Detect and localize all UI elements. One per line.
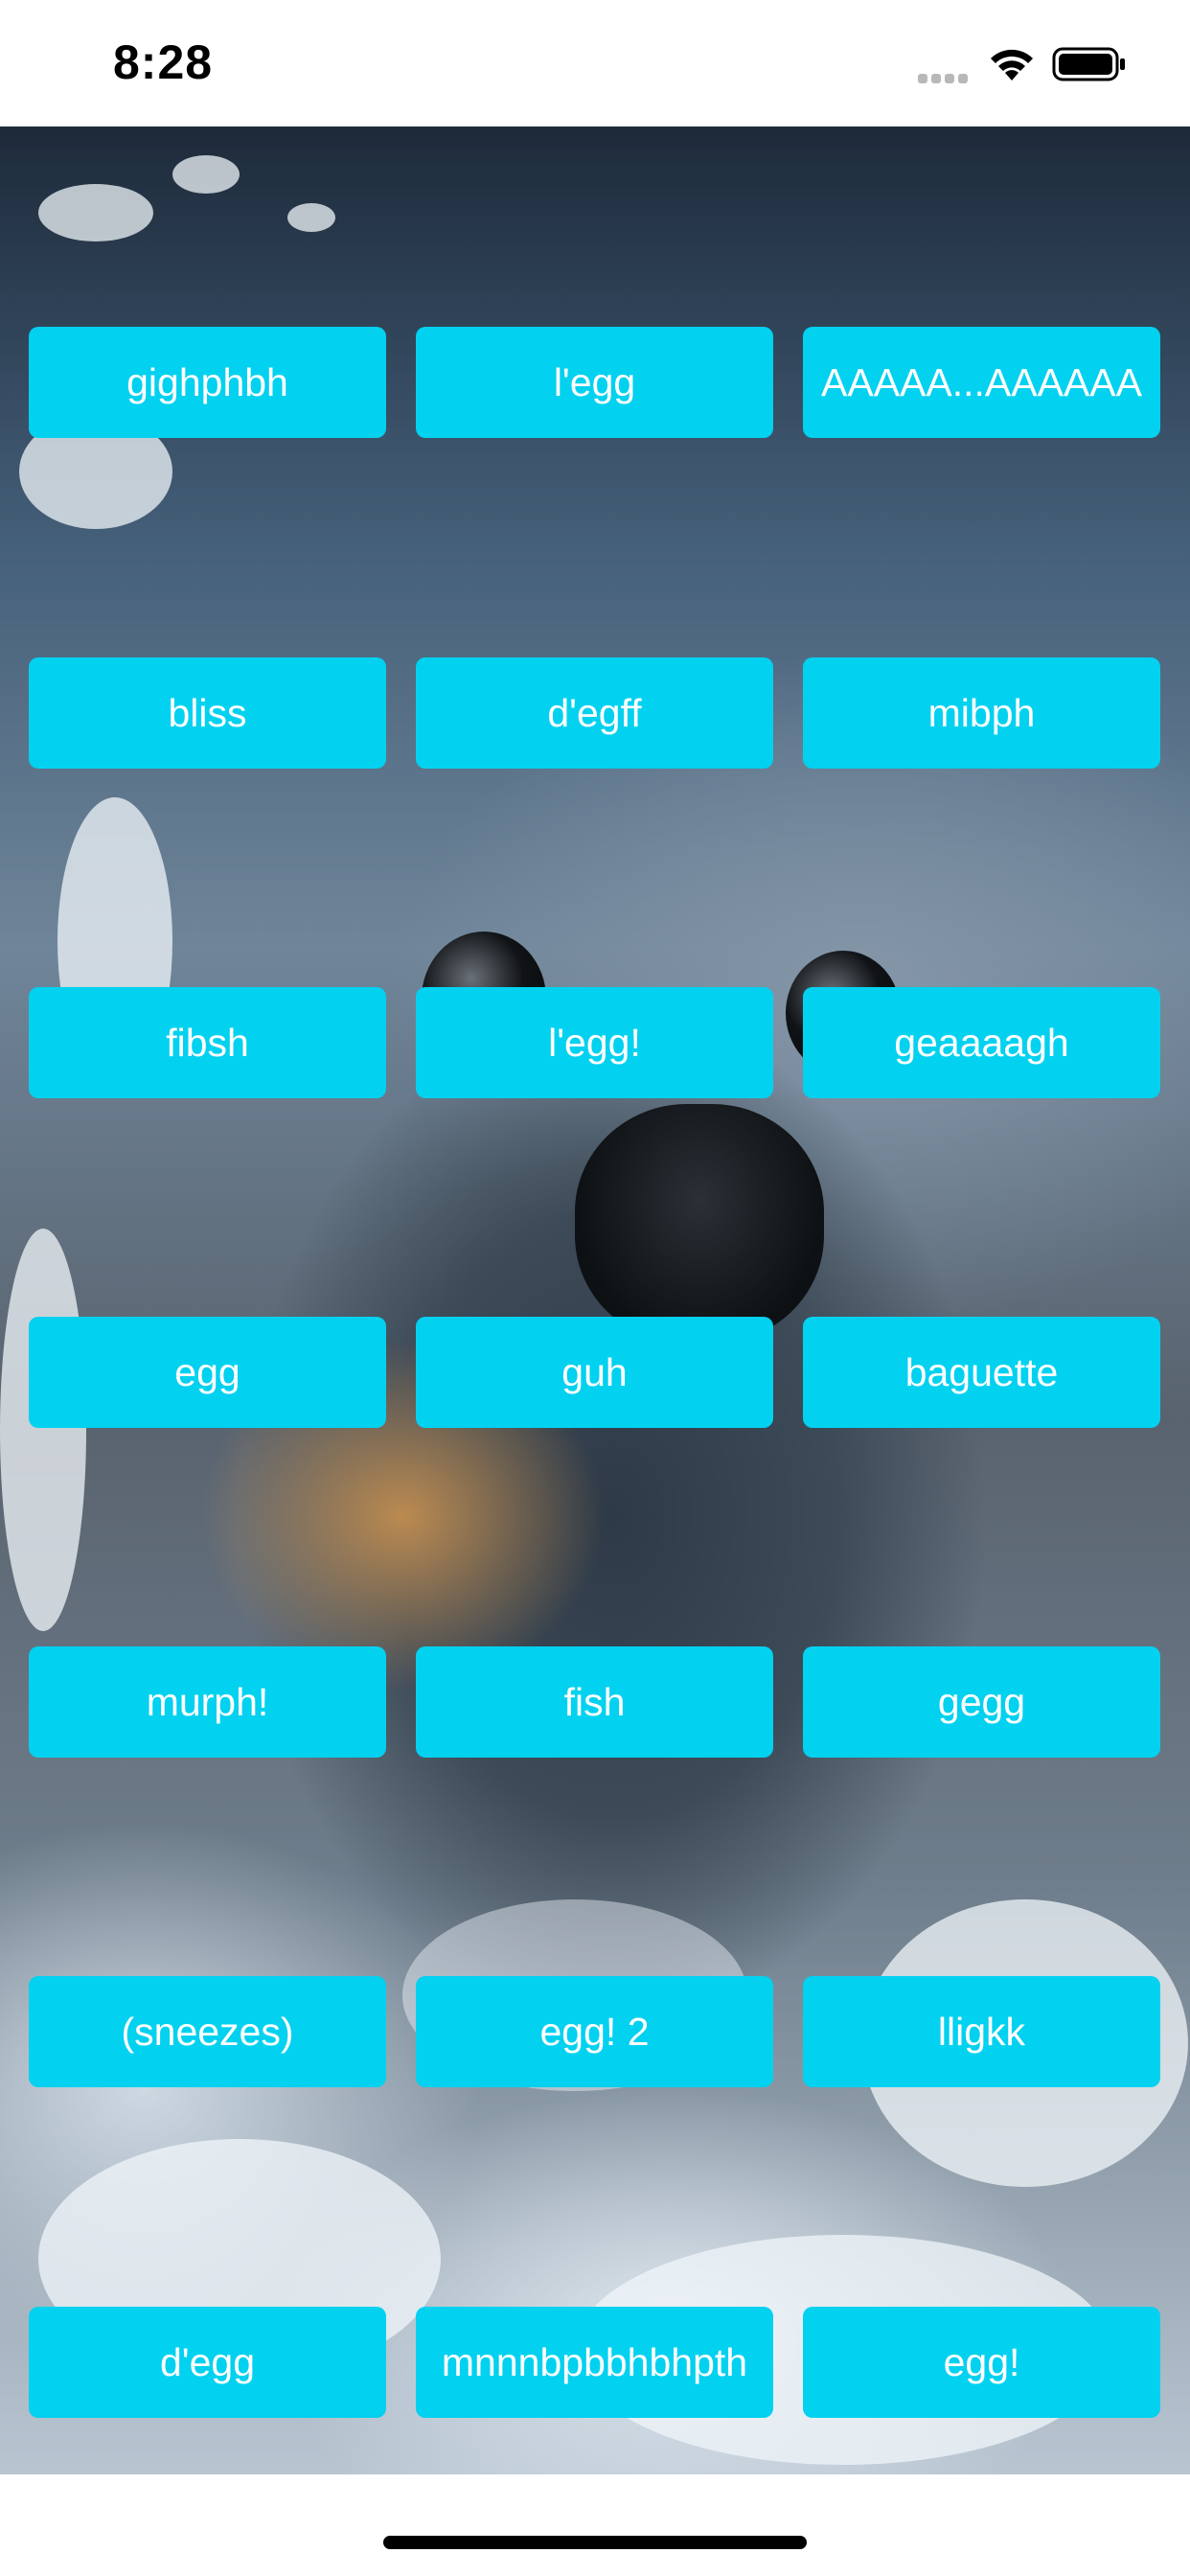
sound-button-mnnnbpbbhbhpth[interactable]: mnnnbpbbhbhpth: [416, 2307, 773, 2418]
status-time: 8:28: [113, 35, 214, 89]
status-bar: 8:28: [0, 0, 1190, 126]
sound-button-egg[interactable]: egg: [29, 1317, 386, 1428]
sound-button-degg[interactable]: d'egg: [29, 2307, 386, 2418]
sound-button-murph[interactable]: murph!: [29, 1646, 386, 1758]
home-indicator[interactable]: [383, 2536, 807, 2549]
sound-button-guh[interactable]: guh: [416, 1317, 773, 1428]
sound-button-sneezes[interactable]: (sneezes): [29, 1976, 386, 2087]
sound-button-gegg[interactable]: gegg: [803, 1646, 1160, 1758]
sound-button-fibsh[interactable]: fibsh: [29, 987, 386, 1098]
app-screen: 8:28 gighphbh l'egg AAAAA...AAAAAA bliss…: [0, 0, 1190, 2576]
sound-button-gighphbh[interactable]: gighphbh: [29, 327, 386, 438]
sound-button-geaaaagh[interactable]: geaaaagh: [803, 987, 1160, 1098]
bottom-bar: [0, 2474, 1190, 2576]
sound-button-degff[interactable]: d'egff: [416, 657, 773, 769]
sound-button-aaaaa[interactable]: AAAAA...AAAAAA: [803, 327, 1160, 438]
sound-button-lligkk[interactable]: lligkk: [803, 1976, 1160, 2087]
cellular-signal-icon: [918, 71, 973, 83]
sound-button-mibph[interactable]: mibph: [803, 657, 1160, 769]
sound-button-legg[interactable]: l'egg: [416, 327, 773, 438]
sound-button-egg-exclaim[interactable]: egg!: [803, 2307, 1160, 2418]
seal-background-image: [0, 126, 1190, 2474]
sound-button-bliss[interactable]: bliss: [29, 657, 386, 769]
sound-button-egg-2[interactable]: egg! 2: [416, 1976, 773, 2087]
sound-button-legg-exclaim[interactable]: l'egg!: [416, 987, 773, 1098]
sound-button-baguette[interactable]: baguette: [803, 1317, 1160, 1428]
wifi-icon: [991, 49, 1033, 80]
sound-button-fish[interactable]: fish: [416, 1646, 773, 1758]
battery-icon: [1052, 47, 1125, 81]
